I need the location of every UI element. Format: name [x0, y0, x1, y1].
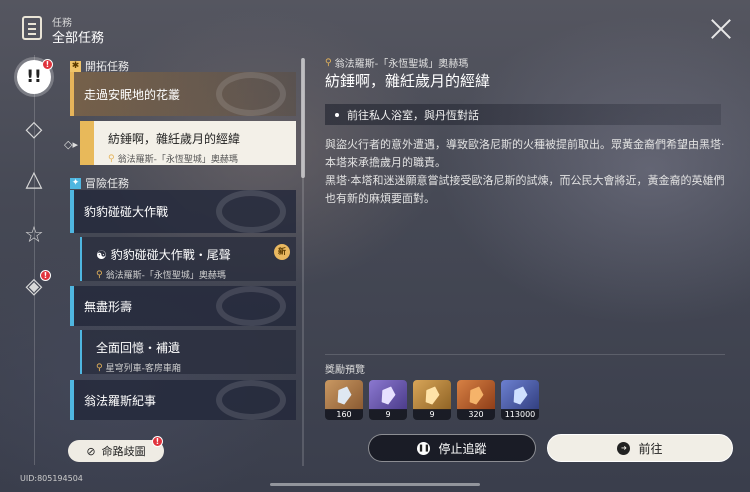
- rail-all-quests-badge: !: [42, 59, 53, 70]
- detail-description: 與盜火行者的意外遭遇，導致歐洛尼斯的火種被提前取出。眾黃金裔們希望由黑塔·本塔來…: [325, 136, 725, 208]
- subquest-title-row: ☯ 豹豹碰碰大作戰・尾聲: [96, 246, 296, 263]
- arrow-right-icon: ➜: [617, 441, 631, 455]
- relic-item-icon: [457, 380, 495, 410]
- subquest-type-icon: ☯: [96, 247, 107, 262]
- rail-companion-icon[interactable]: △: [17, 163, 51, 197]
- rail-adventure-icon[interactable]: ☆: [17, 219, 51, 253]
- subquest-title: 豹豹碰碰大作戰・尾聲: [110, 248, 231, 262]
- subquest-location-text: 翁法羅斯-「永恆聖城」奧赫瑪: [117, 155, 238, 165]
- rewards-divider: [325, 354, 725, 355]
- description-paragraph: 與盜火行者的意外遭遇，導致歐洛尼斯的火種被提前取出。眾黃金裔們希望由黑塔·本塔來…: [325, 138, 725, 169]
- adventure-section-icon: ✦: [70, 177, 81, 189]
- reward-count: 9: [413, 409, 451, 420]
- subquest-title: 全面回憶・補遺: [96, 341, 181, 355]
- trailblaze-section-icon: ✱: [70, 60, 81, 72]
- description-paragraph: 黑塔·本塔和迷迷願意嘗試接受歐洛尼斯的試煉，而公民大會將近，黃金裔的英雄們也有新…: [325, 174, 725, 205]
- location-pin-icon: ⚲: [96, 362, 103, 373]
- section-adventure: ✦ 冒險任務: [70, 175, 129, 191]
- subquest-location: ⚲ 翁法羅斯-「永恆聖城」奧赫瑪: [96, 268, 296, 282]
- reward-count: 320: [457, 409, 495, 420]
- path-map-button[interactable]: ⊘ 命路歧圖: [68, 440, 164, 462]
- bullet-icon: [335, 112, 339, 117]
- subquest-card[interactable]: ☯ 豹豹碰碰大作戰・尾聲 ⚲ 翁法羅斯-「永恆聖城」奧赫瑪 新: [80, 237, 296, 281]
- pause-icon: ❚❚: [417, 441, 431, 455]
- quest-card-1[interactable]: 走過安眠地的花叢: [70, 72, 296, 116]
- stop-tracking-button[interactable]: ❚❚ 停止追蹤: [368, 434, 536, 462]
- rewards-label: 獎勵預覽: [325, 365, 365, 376]
- quest-watermark: [216, 72, 286, 116]
- page-title: 全部任務: [52, 31, 105, 46]
- subquest-title: 紡錘啊，雜紝歲月的經緯: [108, 132, 241, 146]
- go-button[interactable]: ➜ 前往: [547, 434, 733, 462]
- objective-bar: 前往私人浴室，與丹恆對話: [325, 104, 721, 125]
- quest-watermark: [216, 286, 286, 326]
- quest-title: 無盡形壽: [84, 299, 133, 314]
- rail-daily-badge: !: [40, 270, 51, 281]
- quest-title: 豹豹碰碰大作戰: [84, 205, 169, 219]
- rail-trailblaze-icon[interactable]: ◇: [17, 113, 51, 147]
- subquest-card[interactable]: 全面回憶・補遺 ⚲ 星穹列車-客房車廂: [80, 330, 296, 374]
- uid-text: UID:805194504: [20, 474, 83, 483]
- selection-arrow-icon: ◇▸: [64, 138, 78, 151]
- reward-count: 113000: [501, 409, 539, 420]
- subquest-location-text: 星穹列車-客房車廂: [105, 364, 181, 374]
- reward-relic-item[interactable]: 320: [457, 380, 495, 420]
- detail-title: 紡錘啊，雜紝歲月的經緯: [325, 72, 491, 90]
- path-icon: ⊘: [86, 444, 96, 458]
- location-pin-icon: ⚲: [96, 269, 103, 280]
- go-label: 前往: [638, 441, 663, 456]
- quest-card-2[interactable]: 豹豹碰碰大作戰: [70, 190, 296, 233]
- stellar-jade-icon: [325, 380, 363, 410]
- stop-tracking-label: 停止追蹤: [438, 441, 487, 456]
- credit-item-icon: [501, 380, 539, 410]
- reward-count: 160: [325, 409, 363, 420]
- reward-credit-item[interactable]: 113000: [501, 380, 539, 420]
- new-badge: 新: [274, 244, 290, 260]
- reward-count: 9: [369, 409, 407, 420]
- subquest-location-text: 翁法羅斯-「永恆聖城」奧赫瑪: [105, 271, 226, 281]
- reward-gold-material[interactable]: 9: [413, 380, 451, 420]
- quest-card-4[interactable]: 翁法羅斯紀事: [70, 380, 296, 420]
- quest-book-icon: [22, 16, 42, 40]
- path-badge: !: [152, 436, 163, 447]
- location-pin-icon: ⚲: [325, 57, 332, 68]
- objective-text: 前往私人浴室，與丹恆對話: [347, 108, 479, 122]
- section-adventure-label: 冒險任務: [85, 177, 129, 190]
- detail-location: ⚲ 翁法羅斯-「永恆聖城」奧赫瑪: [325, 55, 469, 71]
- detail-location-text: 翁法羅斯-「永恆聖城」奧赫瑪: [334, 59, 469, 70]
- reward-exp-material[interactable]: 9: [369, 380, 407, 420]
- quest-watermark: [216, 190, 286, 233]
- scroll-thumb[interactable]: [301, 58, 305, 178]
- quest-card-3[interactable]: 無盡形壽: [70, 286, 296, 326]
- location-pin-icon: ⚲: [108, 153, 115, 164]
- subquest-location: ⚲ 翁法羅斯-「永恆聖城」奧赫瑪: [108, 152, 296, 166]
- exp-material-icon: [369, 380, 407, 410]
- subquest-location: ⚲ 星穹列車-客房車廂: [96, 361, 296, 375]
- close-icon[interactable]: [710, 18, 732, 40]
- quest-title: 走過安眠地的花叢: [84, 87, 181, 102]
- quest-title: 翁法羅斯紀事: [84, 393, 157, 408]
- subquest-card-selected[interactable]: 紡錘啊，雜紝歲月的經緯 ⚲ 翁法羅斯-「永恆聖城」奧赫瑪: [80, 121, 296, 165]
- quest-watermark: [216, 380, 286, 420]
- path-button-label: 命路歧圖: [101, 445, 146, 458]
- home-indicator[interactable]: [270, 483, 480, 486]
- gold-material-icon: [413, 380, 451, 410]
- reward-stellar-jade[interactable]: 160: [325, 380, 363, 420]
